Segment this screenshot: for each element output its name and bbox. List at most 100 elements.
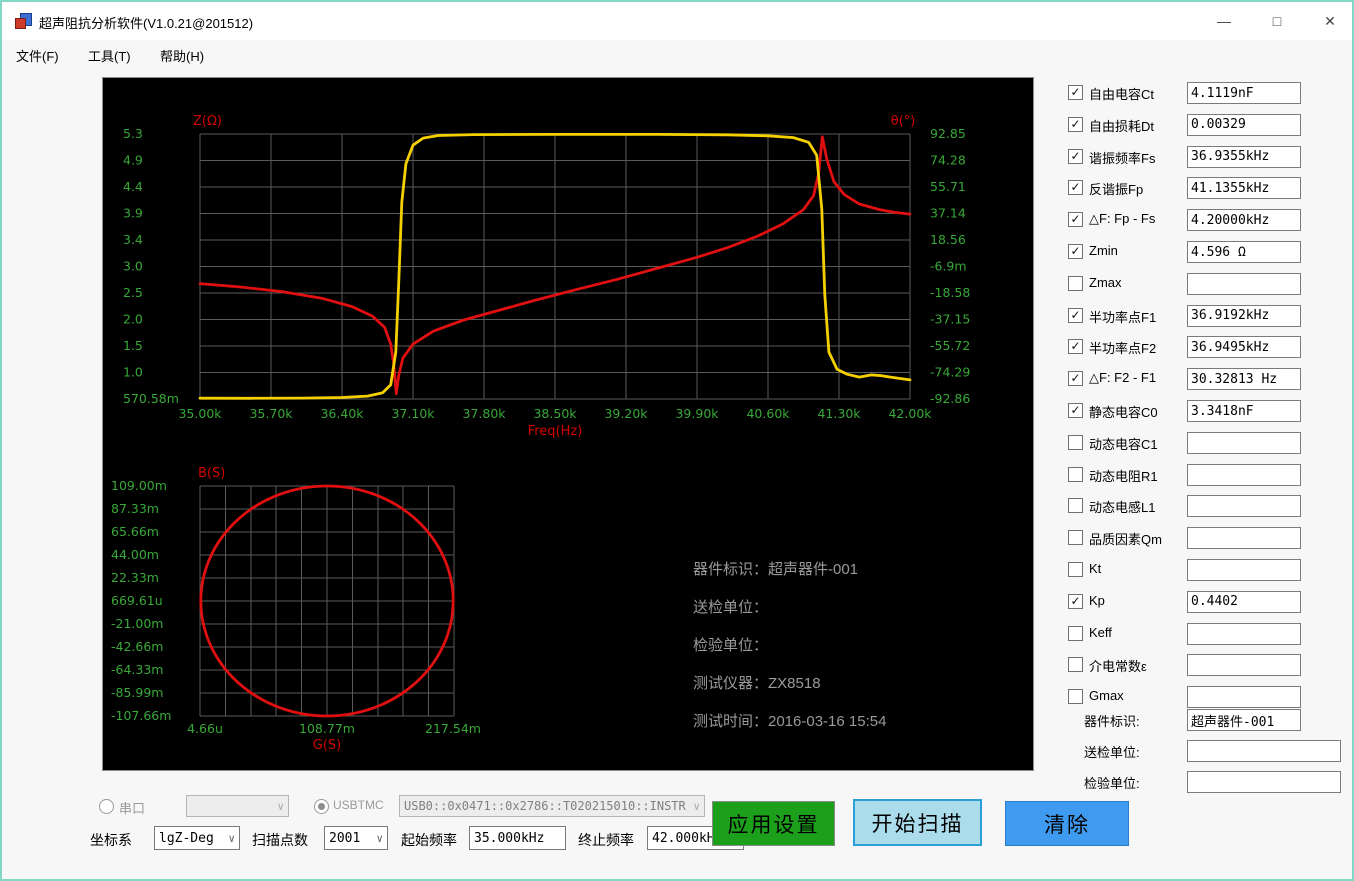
chevron-down-icon: ∨ <box>228 831 235 845</box>
info-line: 测试时间：2016-03-16 15:54 <box>693 713 887 730</box>
svg-text:-85.99m: -85.99m <box>111 685 163 700</box>
param-checkbox[interactable] <box>1068 498 1083 514</box>
param-value-input[interactable] <box>1187 463 1301 486</box>
start-frequency-input[interactable] <box>469 826 566 850</box>
chevron-down-icon: ∨ <box>693 799 700 813</box>
identity-input[interactable] <box>1187 771 1341 793</box>
scan-points-combo[interactable]: 2001 ∨ <box>324 826 388 850</box>
scan-points-value: 2001 <box>329 830 361 846</box>
param-checkbox[interactable] <box>1068 625 1083 641</box>
param-row: ✓ Kp <box>1062 590 1352 613</box>
svg-text:35.70k: 35.70k <box>249 406 293 421</box>
param-checkbox[interactable]: ✓ <box>1068 116 1083 132</box>
param-checkbox[interactable]: ✓ <box>1068 339 1083 355</box>
param-checkbox[interactable] <box>1068 657 1083 673</box>
param-label: 动态电感L1 <box>1089 500 1156 516</box>
param-row: Keff <box>1062 622 1352 645</box>
param-value-input[interactable] <box>1187 209 1301 232</box>
param-checkbox[interactable] <box>1068 466 1083 482</box>
coordinate-system-combo[interactable]: lgZ-Deg ∨ <box>154 826 240 850</box>
svg-text:74.28: 74.28 <box>930 153 966 168</box>
svg-text:-74.29: -74.29 <box>930 365 970 380</box>
usbtmc-address-combo[interactable]: USB0::0x0471::0x2786::T020215010::INSTR … <box>399 795 705 817</box>
param-label: 自由电容Ct <box>1089 87 1155 102</box>
svg-text:-64.33m: -64.33m <box>111 662 163 677</box>
param-value-input[interactable] <box>1187 431 1301 454</box>
param-value-input[interactable] <box>1187 177 1301 200</box>
usbtmc-radio[interactable] <box>314 799 329 814</box>
param-label: 动态电阻R1 <box>1089 468 1158 484</box>
param-value-input[interactable] <box>1187 241 1301 263</box>
param-value-input[interactable] <box>1187 368 1301 391</box>
serial-port-combo[interactable]: ∨ <box>186 795 289 817</box>
param-value-input[interactable] <box>1187 82 1301 104</box>
param-row: 动态电容C1 <box>1062 431 1352 454</box>
param-checkbox[interactable]: ✓ <box>1068 403 1083 418</box>
param-checkbox[interactable]: ✓ <box>1068 180 1083 196</box>
param-checkbox[interactable]: ✓ <box>1068 371 1083 387</box>
param-checkbox[interactable] <box>1068 689 1083 705</box>
param-value-input[interactable] <box>1187 400 1301 422</box>
svg-text:570.58m: 570.58m <box>123 391 179 406</box>
svg-text:3.4: 3.4 <box>123 232 143 247</box>
clear-button[interactable]: 清除 <box>1005 801 1129 846</box>
minimize-button[interactable]: — <box>1201 5 1247 37</box>
param-value-input[interactable] <box>1187 654 1301 677</box>
menu-tools[interactable]: 工具(T) <box>84 46 135 68</box>
identity-input[interactable] <box>1187 709 1301 731</box>
param-value-input[interactable] <box>1187 590 1301 613</box>
svg-text:39.20k: 39.20k <box>604 406 648 421</box>
param-value-input[interactable] <box>1187 622 1301 645</box>
svg-text:-21.00m: -21.00m <box>111 616 163 631</box>
svg-text:5.3: 5.3 <box>123 126 143 141</box>
param-label: Zmin <box>1089 243 1118 258</box>
param-value-input[interactable] <box>1187 272 1301 295</box>
svg-text:35.00k: 35.00k <box>178 406 222 421</box>
param-value-input[interactable] <box>1187 527 1301 550</box>
identity-label: 检验单位: <box>1084 776 1140 791</box>
param-checkbox[interactable]: ✓ <box>1068 307 1083 323</box>
param-value-input[interactable] <box>1187 304 1301 327</box>
svg-text:3.9: 3.9 <box>123 206 143 221</box>
menu-help[interactable]: 帮助(H) <box>156 46 208 68</box>
close-button[interactable]: ✕ <box>1307 5 1352 37</box>
svg-text:87.33m: 87.33m <box>111 501 159 516</box>
param-row: 动态电阻R1 <box>1062 463 1352 486</box>
param-checkbox[interactable] <box>1068 530 1083 546</box>
param-label: 静态电容C0 <box>1089 405 1158 420</box>
param-checkbox[interactable]: ✓ <box>1068 85 1083 100</box>
param-checkbox[interactable] <box>1068 275 1083 291</box>
serial-radio[interactable] <box>99 799 114 814</box>
param-value-input[interactable] <box>1187 686 1301 709</box>
param-checkbox[interactable]: ✓ <box>1068 148 1083 164</box>
param-value-input[interactable] <box>1187 495 1301 518</box>
svg-text:37.80k: 37.80k <box>462 406 506 421</box>
param-value-input[interactable] <box>1187 559 1301 581</box>
param-checkbox[interactable]: ✓ <box>1068 212 1083 228</box>
menu-file[interactable]: 文件(F) <box>12 46 63 68</box>
svg-text:217.54m: 217.54m <box>425 721 481 736</box>
title-bar: 超声阻抗分析软件(V1.0.21@201512) — □ ✕ <box>2 2 1352 40</box>
param-label: 品质因素Qm <box>1089 532 1162 548</box>
param-checkbox[interactable] <box>1068 562 1083 577</box>
param-value-input[interactable] <box>1187 336 1301 359</box>
scan-points-label: 扫描点数 <box>252 832 308 848</box>
info-line: 检验单位： <box>693 637 769 654</box>
param-label: 介电常数ε <box>1089 659 1147 675</box>
identity-input[interactable] <box>1187 740 1341 762</box>
param-value-input[interactable] <box>1187 113 1301 136</box>
param-checkbox[interactable] <box>1068 434 1083 450</box>
param-checkbox[interactable]: ✓ <box>1068 244 1083 259</box>
apply-settings-button[interactable]: 应用设置 <box>712 801 835 846</box>
svg-text:40.60k: 40.60k <box>746 406 790 421</box>
svg-text:3.0: 3.0 <box>123 259 143 274</box>
param-row: ✓ 反谐振Fp <box>1062 177 1352 200</box>
start-scan-button[interactable]: 开始扫描 <box>853 799 982 846</box>
svg-text:4.4: 4.4 <box>123 179 143 194</box>
maximize-button[interactable]: □ <box>1254 5 1300 37</box>
param-value-input[interactable] <box>1187 145 1301 168</box>
identity-row: 检验单位: <box>1062 771 1352 793</box>
param-checkbox[interactable]: ✓ <box>1068 593 1083 609</box>
svg-text:B(S): B(S) <box>198 466 225 481</box>
svg-text:37.14: 37.14 <box>930 206 966 221</box>
